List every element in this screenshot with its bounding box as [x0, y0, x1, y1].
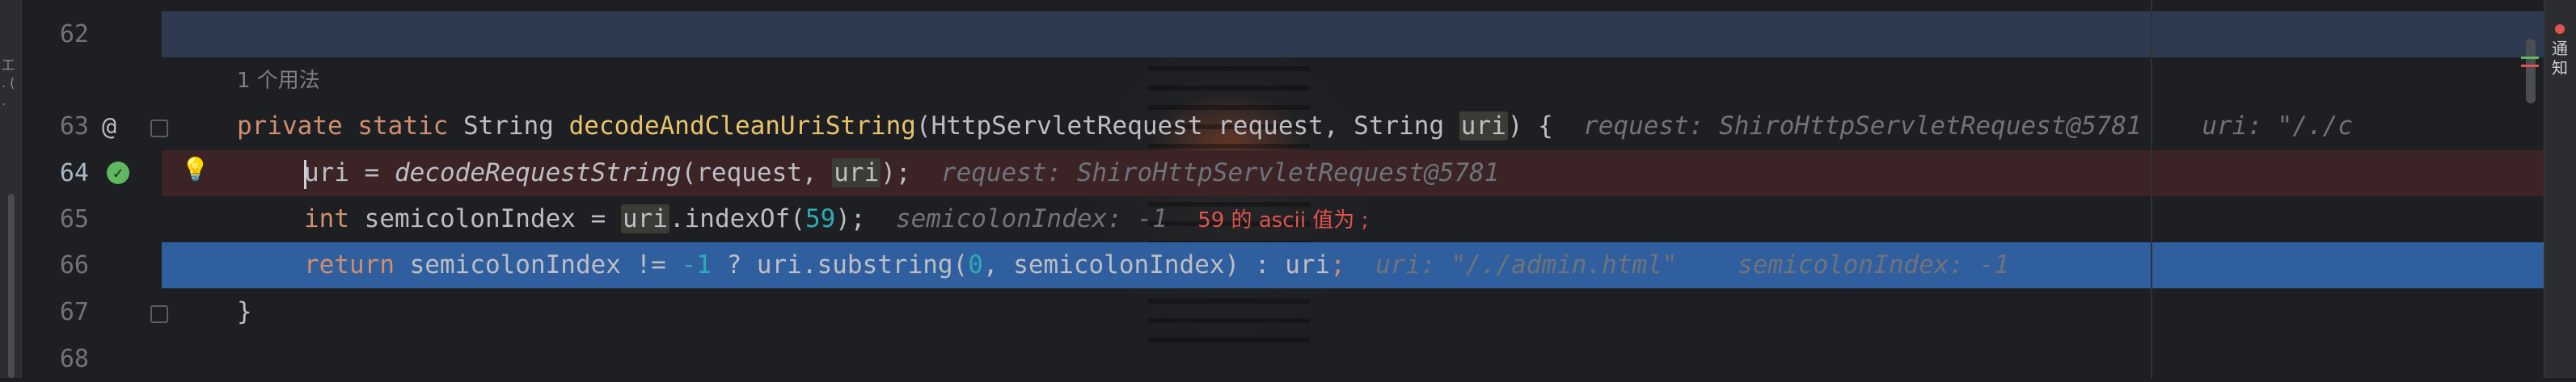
- decl: semicolonIndex =: [349, 204, 621, 233]
- args-end: );: [880, 158, 911, 187]
- inline-hint: request: ShiroHttpServletRequest@5781: [1583, 111, 2142, 141]
- call: .indexOf(: [669, 204, 805, 233]
- breakpoint-check-icon[interactable]: ✓: [107, 162, 129, 184]
- right-margin-guide: [2151, 0, 2152, 378]
- inline-hint: semicolonIndex: -1: [895, 204, 1168, 233]
- number: 0: [968, 250, 983, 279]
- brace: }: [237, 297, 252, 326]
- code-text-65: int semicolonIndex = uri.indexOf(59); se…: [304, 196, 1368, 244]
- code-editor[interactable]: 工 . ( . 62 1 个用法 63 @ private static Str…: [0, 0, 2576, 378]
- params: (HttpServletRequest request, String: [915, 111, 1459, 141]
- line-number: 64: [59, 159, 89, 187]
- assign: =: [349, 158, 395, 187]
- line-number: 62: [59, 20, 89, 48]
- expr: , semicolonIndex) :: [982, 250, 1286, 279]
- scrollbar-marker: [2521, 57, 2539, 59]
- line-number: 65: [59, 205, 89, 233]
- keyword: static: [357, 111, 449, 141]
- code-text-66: return semicolonIndex != -1 ? uri.substr…: [304, 242, 2009, 288]
- number: -1: [681, 250, 712, 279]
- keyword: return: [304, 250, 395, 279]
- inline-hint: uri: "/./c: [2202, 111, 2353, 141]
- recv-uri: uri: [620, 204, 669, 233]
- text-caret: [304, 160, 306, 189]
- left-strip-label: 工 . ( .: [2, 57, 15, 108]
- editor-scrollbar[interactable]: [2526, 39, 2536, 103]
- fold-marker-icon[interactable]: [150, 305, 168, 323]
- fold-marker-icon[interactable]: [150, 120, 168, 137]
- expr: ?: [711, 250, 757, 279]
- code-text-67: }: [237, 289, 252, 335]
- end: ;: [1330, 250, 1345, 279]
- line-number: 67: [59, 298, 89, 326]
- method-call: decodeRequestString: [395, 158, 682, 187]
- params-end: ) {: [1507, 111, 1553, 141]
- method-name: decodeAndCleanUriString: [568, 111, 916, 141]
- notification-dot-icon: [2555, 24, 2565, 34]
- inline-comment: 59 的 ascii 值为 ;: [1197, 208, 1369, 233]
- inline-hint: uri: "/./admin.html": [1375, 250, 1678, 279]
- line-number: 66: [59, 251, 89, 279]
- recv-uri: uri: [756, 250, 802, 279]
- inline-hint: request: ShiroHttpServletRequest@5781: [940, 158, 1500, 187]
- at-annotation-icon[interactable]: @: [102, 111, 116, 144]
- line-highlight-62: [162, 11, 2544, 57]
- uri: uri: [1285, 250, 1331, 279]
- code-line-68[interactable]: 68: [0, 336, 2576, 382]
- line-number: 63: [59, 112, 89, 141]
- scrollbar-marker: [2521, 65, 2539, 67]
- code-line-67[interactable]: 67: [0, 289, 2576, 335]
- inline-hint: semicolonIndex: -1: [1738, 250, 2010, 279]
- keyword: int: [304, 204, 349, 233]
- end: );: [835, 204, 866, 233]
- usage-inlay-link[interactable]: 1 个用法: [237, 58, 320, 104]
- keyword: private: [237, 111, 343, 141]
- line-number: 68: [59, 345, 89, 373]
- var: uri: [304, 158, 349, 187]
- code-text-63: private static String decodeAndCleanUriS…: [237, 103, 2353, 149]
- arg-uri: uri: [832, 158, 881, 187]
- code-text-64: uri = decodeRequestString(request, uri);…: [304, 150, 1499, 196]
- param-uri: uri: [1459, 111, 1508, 141]
- number: 59: [804, 204, 836, 233]
- expr: semicolonIndex !=: [394, 250, 682, 279]
- args: (request,: [681, 158, 833, 187]
- lightbulb-icon[interactable]: 💡: [181, 158, 209, 181]
- type: String: [462, 111, 554, 141]
- notifications-button[interactable]: 通知: [2550, 39, 2570, 78]
- call: .substring(: [801, 250, 969, 279]
